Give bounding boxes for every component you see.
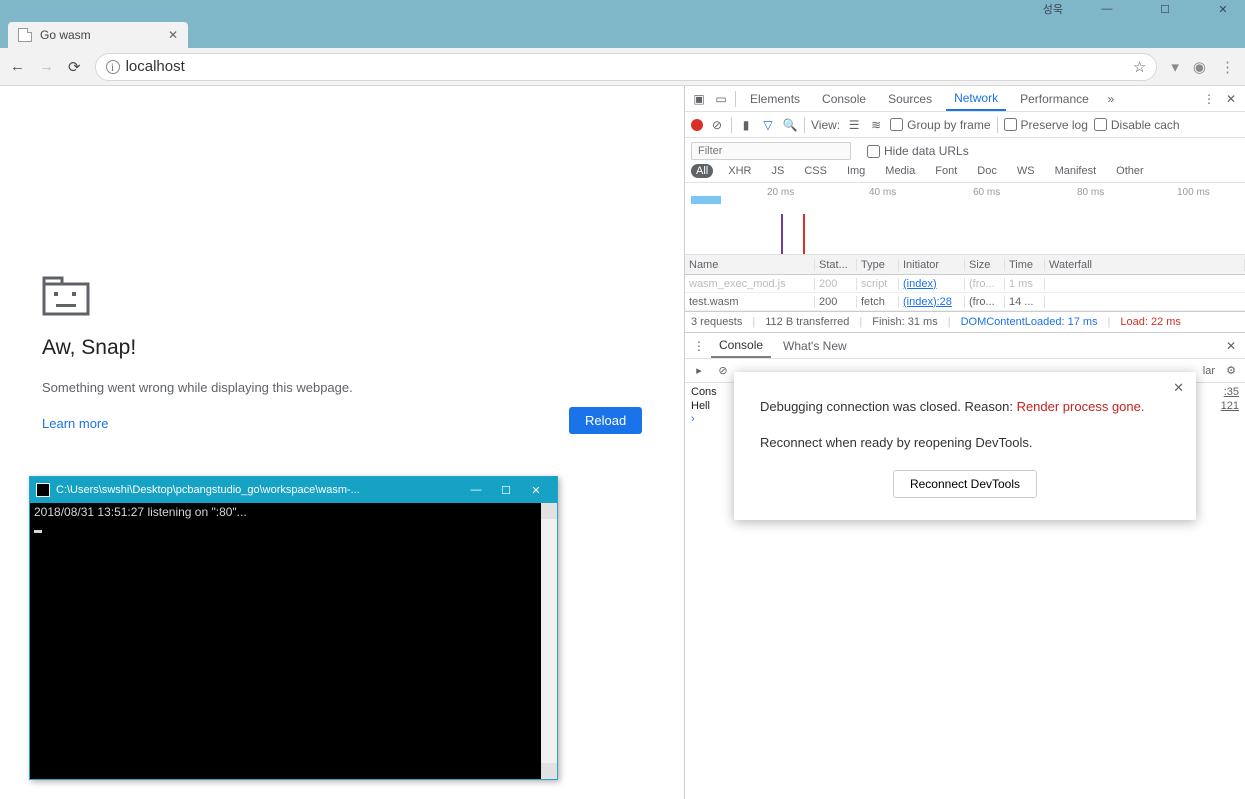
bookmark-icon[interactable]: ☆: [1133, 58, 1146, 76]
device-toggle-icon[interactable]: ▭: [713, 92, 729, 106]
camera-icon[interactable]: ◉: [1193, 58, 1206, 76]
filter-type-doc[interactable]: Doc: [972, 164, 1002, 178]
filter-type-js[interactable]: JS: [766, 164, 789, 178]
popup-line2: Reconnect when ready by reopening DevToo…: [760, 434, 1170, 452]
window-minimize-button[interactable]: —: [1093, 3, 1121, 15]
reconnect-popup: ✕ Debugging connection was closed. Reaso…: [734, 372, 1196, 520]
network-table-header: Name Stat... Type Initiator Size Time Wa…: [685, 255, 1245, 275]
filter-type-css[interactable]: CSS: [799, 164, 832, 178]
console-clear-icon[interactable]: ⊘: [715, 364, 731, 377]
extension-icon[interactable]: ▾: [1171, 58, 1179, 76]
type-filter-bar: All XHR JS CSS Img Media Font Doc WS Man…: [691, 164, 1239, 178]
terminal-maximize-button[interactable]: ☐: [491, 484, 521, 497]
filter-type-font[interactable]: Font: [930, 164, 962, 178]
view-label: View:: [811, 118, 840, 132]
drawer-close-icon[interactable]: ✕: [1223, 339, 1239, 353]
more-tabs-icon[interactable]: »: [1103, 92, 1119, 106]
filter-type-media[interactable]: Media: [880, 164, 920, 178]
network-row[interactable]: wasm_exec_mod.js 200 script (index) (fro…: [685, 275, 1245, 293]
terminal-title: C:\Users\swshi\Desktop\pcbangstudio_go\w…: [56, 484, 461, 496]
filter-toggle-icon[interactable]: ▽: [760, 118, 776, 132]
url-text: localhost: [126, 58, 185, 75]
tab-performance[interactable]: Performance: [1012, 86, 1097, 111]
popup-close-icon[interactable]: ✕: [1173, 380, 1184, 396]
tab-sources[interactable]: Sources: [880, 86, 940, 111]
devtools-close-icon[interactable]: ✕: [1223, 92, 1239, 106]
terminal-minimize-button[interactable]: —: [461, 484, 491, 496]
network-row[interactable]: test.wasm 200 fetch (index):28 (fro... 1…: [685, 293, 1245, 311]
terminal-close-button[interactable]: ✕: [521, 484, 551, 497]
terminal-titlebar[interactable]: C:\Users\swshi\Desktop\pcbangstudio_go\w…: [30, 477, 557, 503]
drawer-tab-whatsnew[interactable]: What's New: [775, 333, 855, 358]
search-icon[interactable]: 🔍: [782, 118, 798, 132]
record-button[interactable]: [691, 119, 703, 131]
document-icon: [18, 28, 32, 42]
filter-type-img[interactable]: Img: [842, 164, 870, 178]
window-titlebar: 성욱 — ☐ ✕: [0, 0, 1245, 18]
network-summary: 3 requests| 112 B transferred| Finish: 3…: [685, 311, 1245, 333]
forward-button[interactable]: →: [39, 58, 54, 75]
tab-elements[interactable]: Elements: [742, 86, 808, 111]
drawer-tab-console[interactable]: Console: [711, 333, 771, 358]
network-toolbar: ⊘ ▮ ▽ 🔍 View: ☰ ≋ Group by frame Preserv…: [685, 112, 1245, 138]
filter-type-all[interactable]: All: [691, 164, 713, 178]
address-bar: ← → ⟳ i localhost ☆ ▾ ◉ ⋮: [0, 48, 1245, 86]
console-settings-icon[interactable]: ⚙: [1223, 364, 1239, 377]
browser-tabstrip: Go wasm ✕: [0, 18, 1245, 48]
filter-type-xhr[interactable]: XHR: [723, 164, 756, 178]
tab-close-icon[interactable]: ✕: [168, 28, 178, 42]
network-filter-bar: Hide data URLs All XHR JS CSS Img Media …: [685, 138, 1245, 183]
reload-button[interactable]: ⟳: [68, 58, 81, 76]
devtools-tabbar: ▣ ▭ Elements Console Sources Network Per…: [685, 86, 1245, 112]
large-rows-icon[interactable]: ☰: [846, 118, 862, 132]
site-info-icon[interactable]: i: [106, 60, 120, 74]
window-user: 성욱: [1043, 1, 1063, 17]
hide-data-urls-checkbox[interactable]: Hide data URLs: [867, 144, 969, 158]
console-sidebar-label[interactable]: lar: [1203, 365, 1215, 377]
back-button[interactable]: ←: [10, 58, 25, 75]
group-by-frame-checkbox[interactable]: Group by frame: [890, 118, 990, 132]
error-message: Something went wrong while displaying th…: [42, 380, 353, 395]
sad-folder-icon: [42, 276, 90, 316]
terminal-scrollbar[interactable]: [541, 503, 557, 779]
preserve-log-checkbox[interactable]: Preserve log: [1004, 118, 1088, 132]
network-timeline[interactable]: 20 ms 40 ms 60 ms 80 ms 100 ms: [685, 183, 1245, 255]
browser-tab[interactable]: Go wasm ✕: [8, 22, 188, 48]
filter-type-other[interactable]: Other: [1111, 164, 1149, 178]
tab-network[interactable]: Network: [946, 86, 1006, 111]
learn-more-link[interactable]: Learn more: [42, 416, 108, 431]
filter-type-ws[interactable]: WS: [1012, 164, 1040, 178]
drawer-tabbar: ⋮ Console What's New ✕: [685, 333, 1245, 359]
disable-cache-checkbox[interactable]: Disable cach: [1094, 118, 1180, 132]
filter-type-manifest[interactable]: Manifest: [1050, 164, 1102, 178]
tab-title: Go wasm: [40, 28, 91, 42]
menu-icon[interactable]: ⋮: [1220, 58, 1235, 76]
tab-console[interactable]: Console: [814, 86, 874, 111]
url-input[interactable]: i localhost ☆: [95, 53, 1158, 81]
reconnect-devtools-button[interactable]: Reconnect DevTools: [893, 470, 1037, 498]
webpage-viewport: Aw, Snap! Something went wrong while dis…: [0, 86, 684, 799]
window-maximize-button[interactable]: ☐: [1151, 3, 1179, 16]
terminal-icon: [36, 483, 50, 497]
clear-icon[interactable]: ⊘: [709, 118, 725, 132]
devtools-menu-icon[interactable]: ⋮: [1201, 92, 1217, 106]
console-sidebar-icon[interactable]: ▸: [691, 364, 707, 377]
waterfall-icon[interactable]: ≋: [868, 118, 884, 132]
window-close-button[interactable]: ✕: [1209, 3, 1237, 16]
inspect-icon[interactable]: ▣: [691, 92, 707, 106]
reload-page-button[interactable]: Reload: [569, 407, 642, 434]
terminal-window: C:\Users\swshi\Desktop\pcbangstudio_go\w…: [29, 476, 558, 780]
popup-line1: Debugging connection was closed. Reason:…: [760, 398, 1170, 416]
terminal-output: 2018/08/31 13:51:27 listening on ":80"..…: [30, 503, 541, 779]
drawer-menu-icon[interactable]: ⋮: [691, 339, 707, 353]
error-title: Aw, Snap!: [42, 336, 136, 360]
capture-screenshots-icon[interactable]: ▮: [738, 118, 754, 132]
network-filter-input[interactable]: [691, 142, 851, 160]
